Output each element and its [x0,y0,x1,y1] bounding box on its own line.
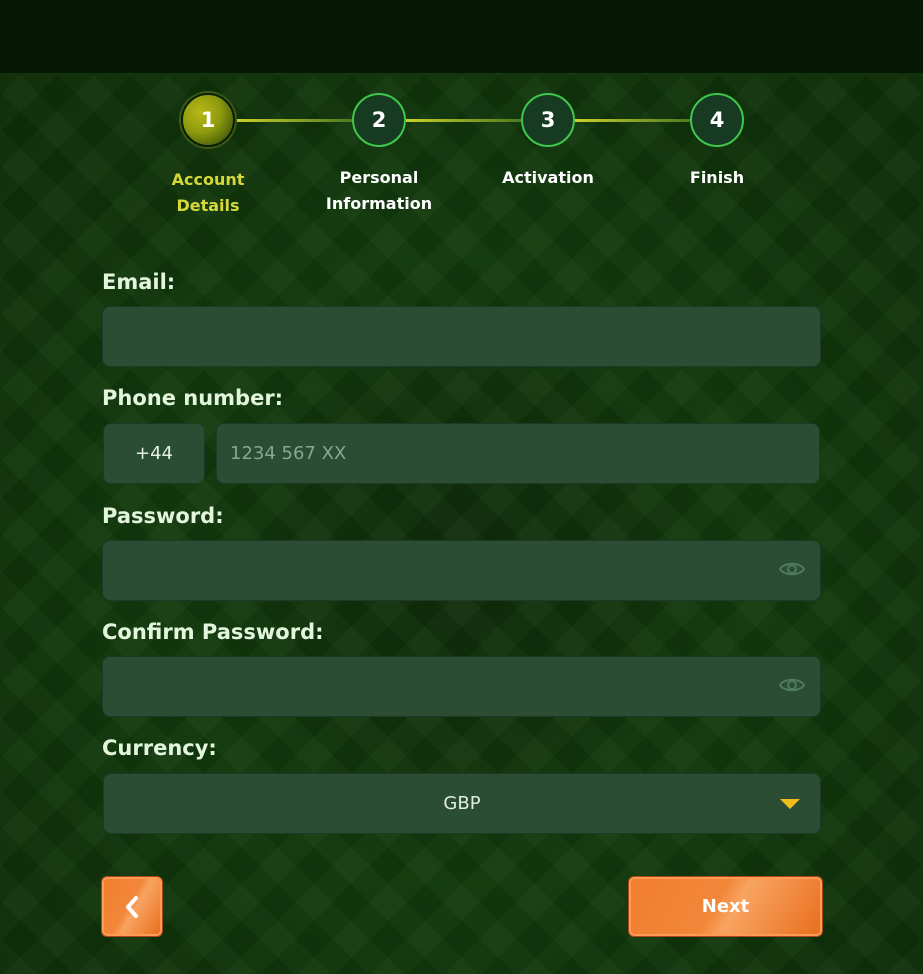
step-1-label: Account Details [171,170,245,215]
password-input[interactable] [102,540,821,601]
email-field[interactable] [102,306,821,367]
currency-select[interactable]: GBP [103,773,821,834]
step-2-indicator: 2 [352,93,406,147]
step-3-indicator: 3 [521,93,575,147]
step-connector [406,119,521,122]
step-connector [237,119,352,122]
password-label: Password: [102,504,224,528]
eye-icon[interactable] [779,674,805,696]
chevron-down-icon [780,799,800,809]
chevron-left-icon [126,895,138,918]
step-4-indicator: 4 [690,93,744,147]
confirm-password-label: Confirm Password: [102,620,324,644]
step-2-number: 2 [371,108,387,132]
step-connector [575,119,690,122]
country-code-value: +44 [135,443,173,464]
phone-field-box [216,423,820,484]
phone-label: Phone number: [102,386,284,410]
next-button-label: Next [701,896,750,917]
step-3-number: 3 [540,108,556,132]
step-4-number: 4 [709,108,725,132]
country-code-select[interactable]: +44 [103,423,205,484]
step-2-label: Personal Information [325,168,433,213]
step-1-indicator: 1 [181,93,235,147]
email-field-box [102,306,821,367]
next-button[interactable]: Next [629,877,822,936]
confirm-password-input[interactable] [102,656,821,717]
back-button[interactable] [102,877,162,936]
currency-label: Currency: [102,736,217,760]
email-label: Email: [102,270,176,294]
currency-value: GBP [443,793,481,814]
phone-input[interactable] [216,423,820,484]
top-bar [0,0,923,73]
step-4-label: Finish [689,168,745,187]
eye-icon[interactable] [779,558,805,580]
confirm-password-field-box [102,656,821,717]
password-field-box [102,540,821,601]
step-3-label: Activation [502,168,594,187]
step-1-number: 1 [200,108,216,132]
